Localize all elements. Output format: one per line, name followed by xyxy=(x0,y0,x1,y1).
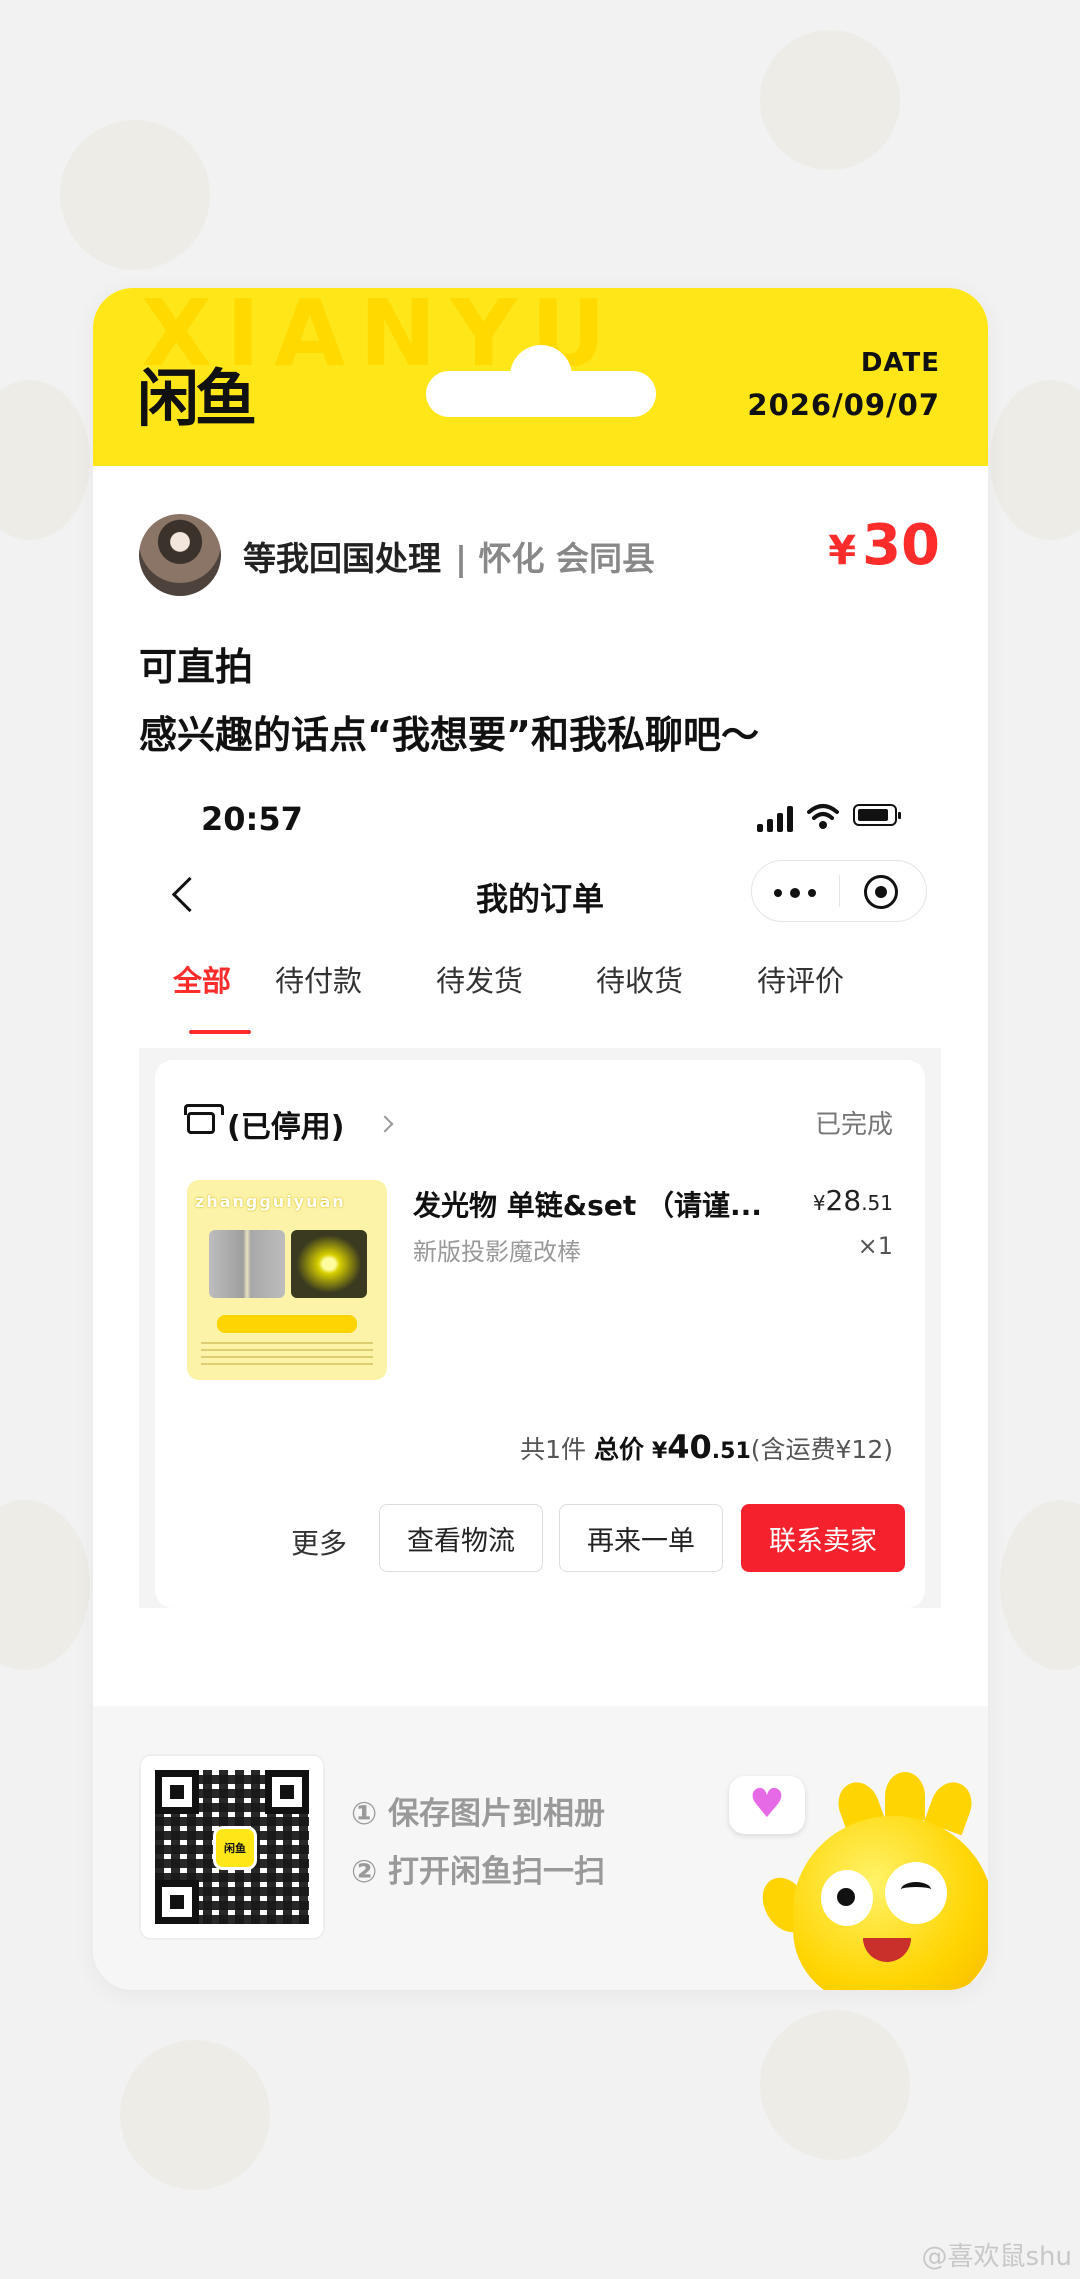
order-summary: 共1件 总价 ¥40.51(含运费¥12) xyxy=(520,1428,893,1466)
summary-total-label: 总价 xyxy=(593,1435,644,1464)
item-quantity: ×1 xyxy=(857,1232,893,1260)
price-currency: ¥ xyxy=(828,528,857,574)
status-bar-time: 20:57 xyxy=(201,800,303,838)
battery-icon xyxy=(853,804,901,826)
listing-price: ¥30 xyxy=(828,513,940,578)
qr-code: 闲鱼 xyxy=(139,1754,325,1940)
mascot-wink-eye xyxy=(885,1862,947,1924)
background-mascot-blur xyxy=(1000,1500,1080,1670)
item-price-currency: ¥ xyxy=(812,1191,826,1215)
shop-icon xyxy=(184,1104,224,1134)
item-price-dec: .51 xyxy=(861,1191,893,1215)
share-card: XIANYU 闲鱼 DATE 2026/09/07 等我回国处理 | 怀化 会同… xyxy=(93,288,988,1990)
item-price-int: 28 xyxy=(825,1184,862,1217)
summary-total-dec: .51 xyxy=(711,1439,751,1464)
qr-center-logo: 闲鱼 xyxy=(213,1826,257,1870)
order-status: 已完成 xyxy=(814,1110,893,1140)
chevron-right-icon xyxy=(376,1115,394,1133)
capsule-divider xyxy=(839,875,840,907)
item-price: ¥28.51 xyxy=(813,1184,893,1217)
mascot-spike xyxy=(885,1772,925,1820)
date-label: DATE xyxy=(860,348,940,378)
item-subtitle: 新版投影魔改棒 xyxy=(413,1238,581,1266)
seller-name: 等我回国处理 xyxy=(243,539,441,578)
summary-total: ¥40.51 xyxy=(651,1428,751,1466)
date-value: 2026/09/07 xyxy=(747,388,940,422)
seller-location: | 怀化 会同县 xyxy=(455,539,656,578)
summary-total-int: 40 xyxy=(667,1428,712,1466)
background-mascot-blur xyxy=(0,380,90,540)
description-line: 感兴趣的话点“我想要”和我私聊吧～ xyxy=(139,713,759,757)
tab-pending-payment[interactable]: 待付款 xyxy=(275,958,362,1000)
seller-avatar xyxy=(139,514,221,596)
instruction-step-2: ② 打开闲鱼扫一扫 xyxy=(351,1854,606,1890)
order-tabs: 全部 待付款 待发货 待收货 待评价 xyxy=(139,958,941,1038)
background-mascot-blur xyxy=(760,2010,910,2160)
active-tab-indicator xyxy=(189,1030,251,1034)
tab-pending-receipt[interactable]: 待收货 xyxy=(596,958,683,1000)
wifi-icon xyxy=(807,804,839,829)
tab-all[interactable]: 全部 xyxy=(173,958,231,1000)
instruction-step-1: ① 保存图片到相册 xyxy=(351,1796,606,1832)
reorder-button[interactable]: 再来一单 xyxy=(559,1504,723,1572)
tab-pending-review[interactable]: 待评价 xyxy=(757,958,844,1000)
credit-watermark: @喜欢鼠shu xyxy=(921,2242,1072,2272)
summary-total-currency: ¥ xyxy=(651,1439,668,1464)
shop-name[interactable]: (已停用) xyxy=(227,1102,344,1146)
contact-seller-button[interactable]: 联系卖家 xyxy=(741,1504,905,1572)
thumbnail-photo xyxy=(291,1230,367,1298)
order-screenshot: 20:57 我的订单 全部 待付款 待发货 待收货 待评价 (已停用) 已完成 … xyxy=(139,768,941,1608)
thumbnail-banner xyxy=(217,1315,357,1333)
qr-finder xyxy=(155,1880,199,1924)
card-footer: 闲鱼 ① 保存图片到相册 ② 打开闲鱼扫一扫 xyxy=(93,1706,988,1990)
card-header: XIANYU 闲鱼 DATE 2026/09/07 xyxy=(93,288,988,466)
order-card[interactable]: (已停用) 已完成 zhangguiyuan 发光物 单链&set （请谨...… xyxy=(155,1060,925,1608)
item-title[interactable]: 发光物 单链&set （请谨... xyxy=(413,1184,762,1224)
qr-finder xyxy=(265,1770,309,1814)
background-mascot-blur xyxy=(120,2040,270,2190)
order-list: (已停用) 已完成 zhangguiyuan 发光物 单链&set （请谨...… xyxy=(139,1048,941,1608)
target-icon[interactable] xyxy=(864,875,898,909)
price-value: 30 xyxy=(862,513,940,578)
mascot-eye xyxy=(821,1870,873,1926)
thumbnail-text: zhangguiyuan xyxy=(195,1192,346,1211)
xianyu-logo: 闲鱼 xyxy=(137,362,257,435)
background-mascot-blur xyxy=(990,380,1080,540)
qr-finder xyxy=(155,1770,199,1814)
listing-description: 可直拍 感兴趣的话点“我想要”和我私聊吧～ xyxy=(139,633,759,769)
mini-program-capsule xyxy=(751,860,927,922)
tab-pending-shipment[interactable]: 待发货 xyxy=(436,958,523,1000)
thumbnail-photo xyxy=(209,1230,285,1298)
description-line: 可直拍 xyxy=(139,645,254,689)
thumbnail-fineprint xyxy=(201,1342,373,1368)
view-logistics-button[interactable]: 查看物流 xyxy=(379,1504,543,1572)
more-button[interactable]: 更多 xyxy=(291,1522,347,1562)
background-mascot-blur xyxy=(60,120,210,270)
background-mascot-blur xyxy=(0,1500,90,1670)
summary-shipping: (含运费¥12) xyxy=(750,1435,893,1464)
signal-icon xyxy=(757,806,795,832)
item-thumbnail[interactable]: zhangguiyuan xyxy=(187,1180,387,1380)
heart-icon xyxy=(729,1776,805,1834)
summary-count: 共1件 xyxy=(520,1435,587,1464)
more-dots-icon[interactable] xyxy=(774,888,818,898)
background-mascot-blur xyxy=(760,30,900,170)
card-notch xyxy=(426,371,656,417)
